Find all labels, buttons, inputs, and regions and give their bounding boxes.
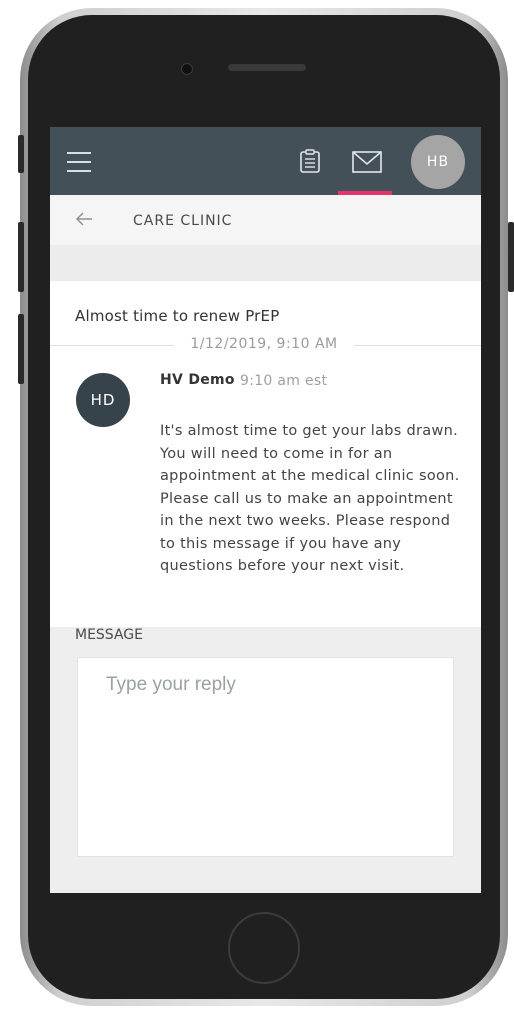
sender-name: HV Demo xyxy=(160,372,235,388)
mail-icon[interactable] xyxy=(352,151,382,173)
earpiece-speaker xyxy=(228,64,306,71)
clinic-title: CARE CLINIC xyxy=(133,213,233,229)
sender-avatar: HD xyxy=(76,373,130,427)
front-camera xyxy=(181,63,193,75)
volume-up-button xyxy=(18,222,24,292)
spacer-strip xyxy=(50,245,481,281)
hamburger-menu-icon[interactable] xyxy=(67,152,91,172)
user-avatar[interactable]: HB xyxy=(411,135,465,189)
top-navigation-bar: HB xyxy=(50,127,481,195)
app-screen: HB CARE CLINIC Almost time to renew PrEP… xyxy=(50,127,481,893)
message-subject: Almost time to renew PrEP xyxy=(75,307,280,325)
arrow-left-icon[interactable] xyxy=(75,211,93,227)
breadcrumb-bar: CARE CLINIC xyxy=(50,195,481,245)
sent-time: 9:10 am est xyxy=(240,373,328,389)
date-divider-left xyxy=(50,345,174,346)
message-date: 1/12/2019, 9:10 AM xyxy=(190,336,338,352)
home-button[interactable] xyxy=(228,912,300,984)
mute-switch xyxy=(18,135,24,173)
power-button xyxy=(508,222,514,292)
date-divider-right xyxy=(354,345,481,346)
reply-section: MESSAGE xyxy=(50,627,481,893)
reply-textarea[interactable] xyxy=(77,657,454,857)
clipboard-icon[interactable] xyxy=(299,149,321,173)
volume-down-button xyxy=(18,314,24,384)
message-body: It's almost time to get your labs drawn.… xyxy=(160,423,460,574)
reply-label: MESSAGE xyxy=(75,627,143,643)
